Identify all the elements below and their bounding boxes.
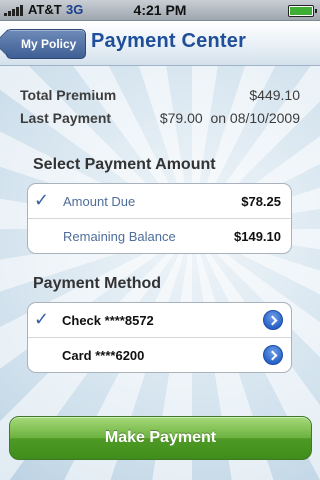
total-premium-value: $449.10 xyxy=(249,87,300,103)
last-payment-label: Last Payment xyxy=(20,110,112,126)
amount-option-label: Amount Due xyxy=(63,194,136,209)
main-content: Total Premium $449.10 Last Payment $79.0… xyxy=(0,65,320,480)
last-payment-row: Last Payment $79.00 on 08/10/2009 xyxy=(20,110,300,126)
total-premium-label: Total Premium xyxy=(20,87,117,103)
make-payment-button[interactable]: Make Payment xyxy=(9,416,312,460)
chevron-right-circle-icon[interactable] xyxy=(263,345,283,365)
payment-method-card[interactable]: Card ****6200 xyxy=(28,337,291,372)
payment-method-check[interactable]: ✓ Check ****8572 xyxy=(28,303,291,337)
chevron-right-circle-icon[interactable] xyxy=(263,310,283,330)
back-button[interactable]: My Policy xyxy=(6,29,87,59)
payment-method-label: Check ****8572 xyxy=(62,313,154,328)
status-time: 4:21 PM xyxy=(133,2,187,18)
payment-amount-group: ✓ Amount Due $78.25 Remaining Balance $1… xyxy=(27,183,292,254)
payment-method-group: ✓ Check ****8572 Card ****6200 xyxy=(27,302,292,373)
payment-method-heading: Payment Method xyxy=(33,275,162,292)
battery-icon xyxy=(288,5,317,17)
amount-option-amount-due[interactable]: ✓ Amount Due $78.25 xyxy=(28,184,291,218)
total-premium-row: Total Premium $449.10 xyxy=(20,87,300,103)
status-bar: AT&T 3G 4:21 PM xyxy=(0,0,320,21)
checkmark-icon: ✓ xyxy=(34,190,50,210)
amount-option-value: $149.10 xyxy=(234,229,281,244)
payment-method-label: Card ****6200 xyxy=(62,348,145,363)
back-button-label: My Policy xyxy=(21,37,77,51)
navigation-bar: My Policy Payment Center xyxy=(0,21,320,66)
page-title: Payment Center xyxy=(91,30,247,52)
amount-option-label: Remaining Balance xyxy=(63,229,176,244)
checkmark-icon: ✓ xyxy=(34,309,50,329)
amount-option-value: $78.25 xyxy=(241,194,281,209)
select-payment-amount-heading: Select Payment Amount xyxy=(33,156,216,173)
amount-option-remaining-balance[interactable]: Remaining Balance $149.10 xyxy=(28,218,291,253)
last-payment-value: $79.00 on 08/10/2009 xyxy=(159,110,300,126)
